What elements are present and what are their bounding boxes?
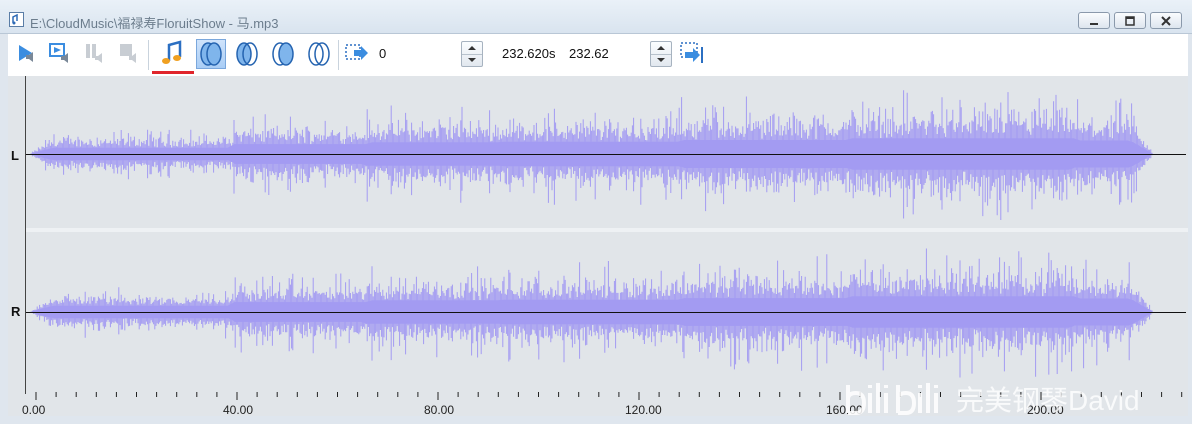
start-value: 0	[379, 46, 387, 61]
music-note-icon	[162, 40, 182, 64]
waveform-panel[interactable]: 0.00 40.00 80.00 120.00 160.00 200.00 L R	[8, 76, 1188, 416]
play-button[interactable]	[12, 39, 42, 69]
right-channel-icon	[272, 42, 294, 66]
minimize-button[interactable]	[1078, 12, 1110, 29]
duration-text: 232.620s	[502, 46, 556, 61]
channel-none-button[interactable]	[304, 39, 334, 69]
ruler-label: 80.00	[424, 403, 454, 416]
right-channel-label: R	[11, 304, 21, 319]
pause-button[interactable]	[80, 39, 110, 69]
ruler-label: 40.00	[223, 403, 253, 416]
channel-separator	[26, 228, 1188, 232]
waveform-canvas[interactable]: 0.00 40.00 80.00 120.00 160.00 200.00	[8, 76, 1188, 416]
toolbar-divider	[338, 40, 339, 70]
stereo-channels-icon	[200, 42, 222, 66]
set-start-button[interactable]	[342, 39, 372, 69]
close-button[interactable]	[1150, 12, 1182, 29]
active-indicator	[152, 71, 194, 74]
channel-left-button[interactable]	[232, 39, 262, 69]
end-value: 232.62	[569, 46, 609, 61]
minimize-icon	[1090, 23, 1098, 25]
start-spinner[interactable]	[461, 41, 483, 67]
toolbar: 0 232.620s 232.62	[8, 34, 1188, 77]
watermark-text: 完美钢琴David	[956, 385, 1140, 416]
close-icon	[1161, 16, 1171, 26]
arrow-up-icon	[657, 46, 665, 50]
ruler-label: 120.00	[625, 403, 662, 416]
left-channel-icon	[236, 42, 258, 66]
bilibili-logo-icon	[846, 383, 938, 415]
music-note-button[interactable]	[158, 39, 188, 69]
ruler-label: 0.00	[22, 403, 46, 416]
loop-play-button[interactable]	[46, 39, 76, 69]
toolbar-divider	[148, 40, 149, 70]
window-title: E:\CloudMusic\福禄寿FloruitShow - 马.mp3	[30, 16, 279, 31]
watermark: 完美钢琴David	[842, 376, 1140, 422]
stop-button[interactable]	[114, 39, 144, 69]
restore-button[interactable]	[1114, 12, 1146, 29]
channel-both-button[interactable]	[196, 39, 226, 69]
left-channel-label: L	[11, 148, 19, 163]
left-channel-waveform	[30, 90, 1153, 220]
arrow-down-icon	[468, 58, 476, 62]
restore-icon	[1125, 16, 1135, 26]
title-bar: E:\CloudMusic\福禄寿FloruitShow - 马.mp3	[0, 0, 1192, 34]
loop-play-icon	[49, 43, 68, 63]
end-spinner[interactable]	[650, 41, 672, 67]
set-end-button[interactable]	[677, 39, 707, 69]
app-icon	[9, 12, 24, 27]
channel-right-button[interactable]	[268, 39, 298, 69]
no-channel-icon	[308, 42, 330, 66]
selection-start-icon	[345, 44, 368, 60]
play-speaker-icon	[19, 45, 33, 62]
end-spinner-down[interactable]	[651, 54, 671, 66]
start-spinner-down[interactable]	[462, 54, 482, 66]
pause-icon	[86, 44, 102, 63]
selection-end-icon	[680, 42, 703, 63]
arrow-up-icon	[468, 46, 476, 50]
arrow-down-icon	[657, 58, 665, 62]
stop-icon	[120, 44, 136, 63]
